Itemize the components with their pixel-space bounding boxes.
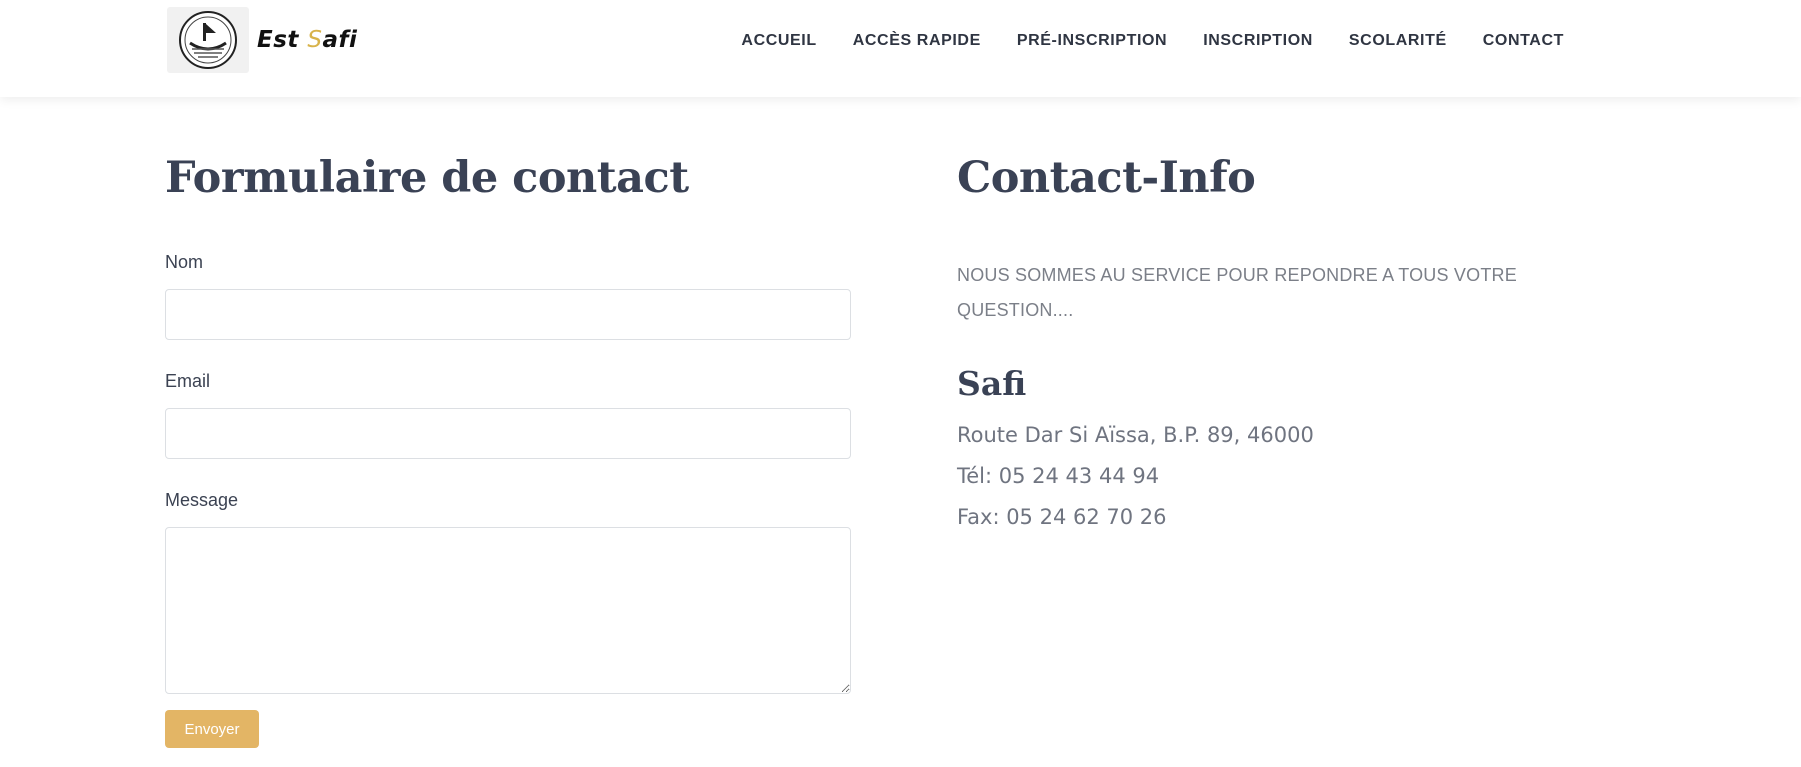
contact-info-section: Contact-Info NOUS SOMMES AU SERVICE POUR… <box>957 150 1597 538</box>
email-input[interactable] <box>165 408 851 459</box>
phone-text: Tél: 05 24 43 44 94 <box>957 464 1160 488</box>
form-title: Formulaire de contact <box>165 153 689 203</box>
message-field-group: Message <box>165 490 851 694</box>
message-textarea[interactable] <box>165 527 851 694</box>
nav-item-scolarite[interactable]: SCOLARITÉ <box>1349 32 1447 50</box>
nav-item-inscription[interactable]: INSCRIPTION <box>1203 32 1313 50</box>
nav-item-acces-rapide[interactable]: ACCÈS RAPIDE <box>853 32 981 50</box>
site-header: Est Safi ACCUEIL ACCÈS RAPIDE PRÉ-INSCRI… <box>0 0 1801 97</box>
nav-item-contact[interactable]: CONTACT <box>1483 32 1564 50</box>
fax-text: Fax: 05 24 62 70 26 <box>957 505 1167 529</box>
contact-info-title: Contact-Info <box>957 153 1256 203</box>
address-text: Route Dar Si Aïssa, B.P. 89, 46000 <box>957 423 1314 447</box>
main-nav: ACCUEIL ACCÈS RAPIDE PRÉ-INSCRIPTION INS… <box>741 32 1564 50</box>
contact-form-section: Formulaire de contact Nom Email Message <box>165 150 851 694</box>
name-input[interactable] <box>165 289 851 340</box>
logo[interactable]: Est Safi <box>167 7 357 73</box>
name-label: Nom <box>165 252 204 272</box>
logo-text: Est Safi <box>257 27 358 53</box>
contact-details: Route Dar Si Aïssa, B.P. 89, 46000 Tél: … <box>957 415 1597 538</box>
contact-intro-text: NOUS SOMMES AU SERVICE POUR REPONDRE A T… <box>957 265 1517 320</box>
submit-button[interactable]: Envoyer <box>165 710 259 748</box>
email-field-group: Email <box>165 371 851 459</box>
nav-item-pre-inscription[interactable]: PRÉ-INSCRIPTION <box>1017 32 1167 50</box>
message-label: Message <box>165 490 239 510</box>
logo-emblem-icon <box>167 7 249 73</box>
nav-item-accueil[interactable]: ACCUEIL <box>741 32 816 50</box>
name-field-group: Nom <box>165 252 851 340</box>
city-title: Safi <box>957 364 1027 403</box>
email-label: Email <box>165 371 211 391</box>
